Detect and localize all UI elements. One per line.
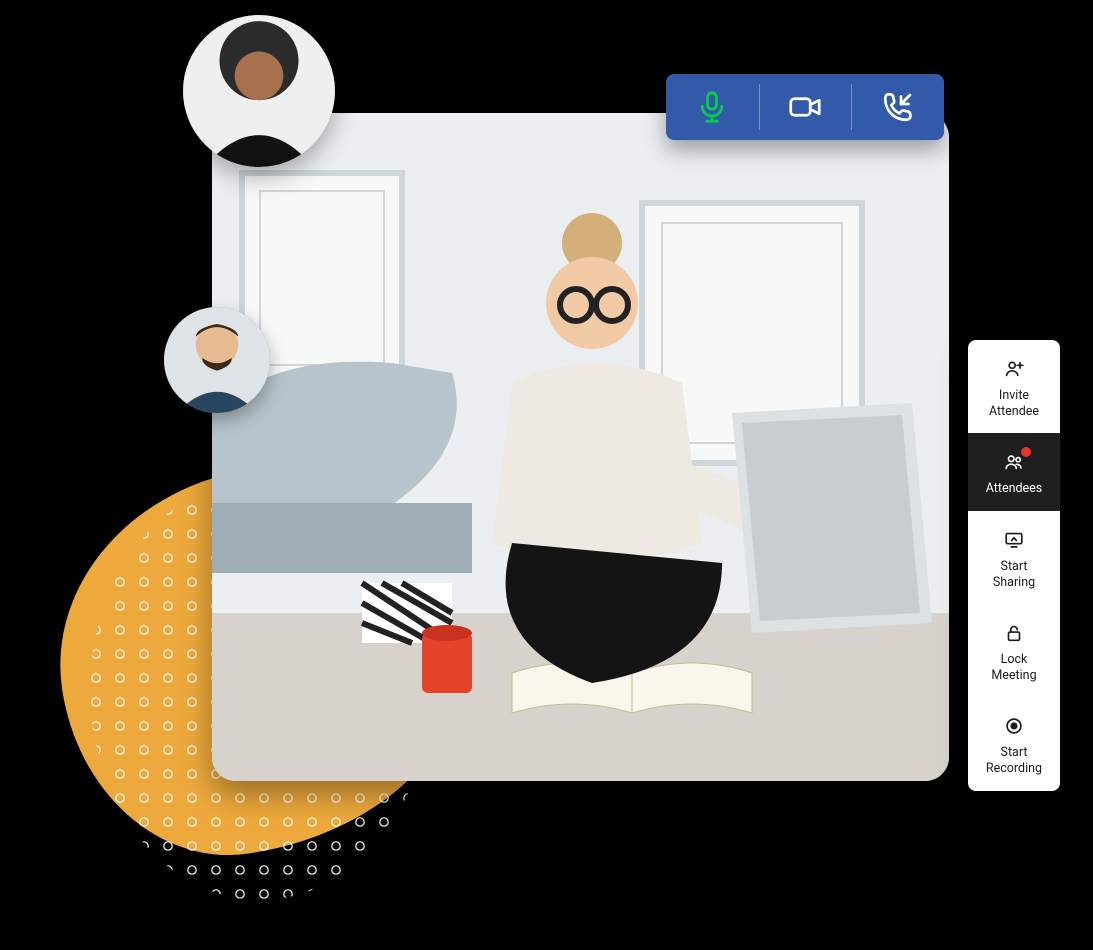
record-icon [1003,715,1025,737]
meeting-sidebar: Invite Attendee Attendees Start Sharing [968,340,1060,791]
sidebar-item-start-sharing[interactable]: Start Sharing [968,511,1060,604]
share-screen-icon [1003,529,1025,551]
lock-icon [1003,622,1025,644]
sidebar-item-invite-attendee[interactable]: Invite Attendee [968,340,1060,433]
mic-button[interactable] [666,74,759,140]
sidebar-item-attendees[interactable]: Attendees [968,433,1060,511]
sidebar-item-label: Attendees [986,481,1043,497]
sidebar-item-label: Start Sharing [993,559,1035,590]
call-controls-bar [666,74,944,140]
main-participant-video [212,113,949,781]
sidebar-item-label: Invite Attendee [989,388,1039,419]
participant-avatar-1 [183,15,335,167]
incoming-call-button[interactable] [851,74,944,140]
attendees-icon [1003,451,1025,473]
camera-button[interactable] [759,74,852,140]
participant-avatar-2 [164,307,270,413]
notification-dot [1021,447,1031,457]
incoming-call-icon [880,89,916,125]
sidebar-item-label: Start Recording [986,745,1042,776]
sidebar-item-lock-meeting[interactable]: Lock Meeting [968,604,1060,697]
invite-attendee-icon [1003,358,1025,380]
mic-icon [694,89,730,125]
sidebar-item-label: Lock Meeting [991,652,1036,683]
sidebar-item-start-recording[interactable]: Start Recording [968,697,1060,790]
camera-icon [787,89,823,125]
